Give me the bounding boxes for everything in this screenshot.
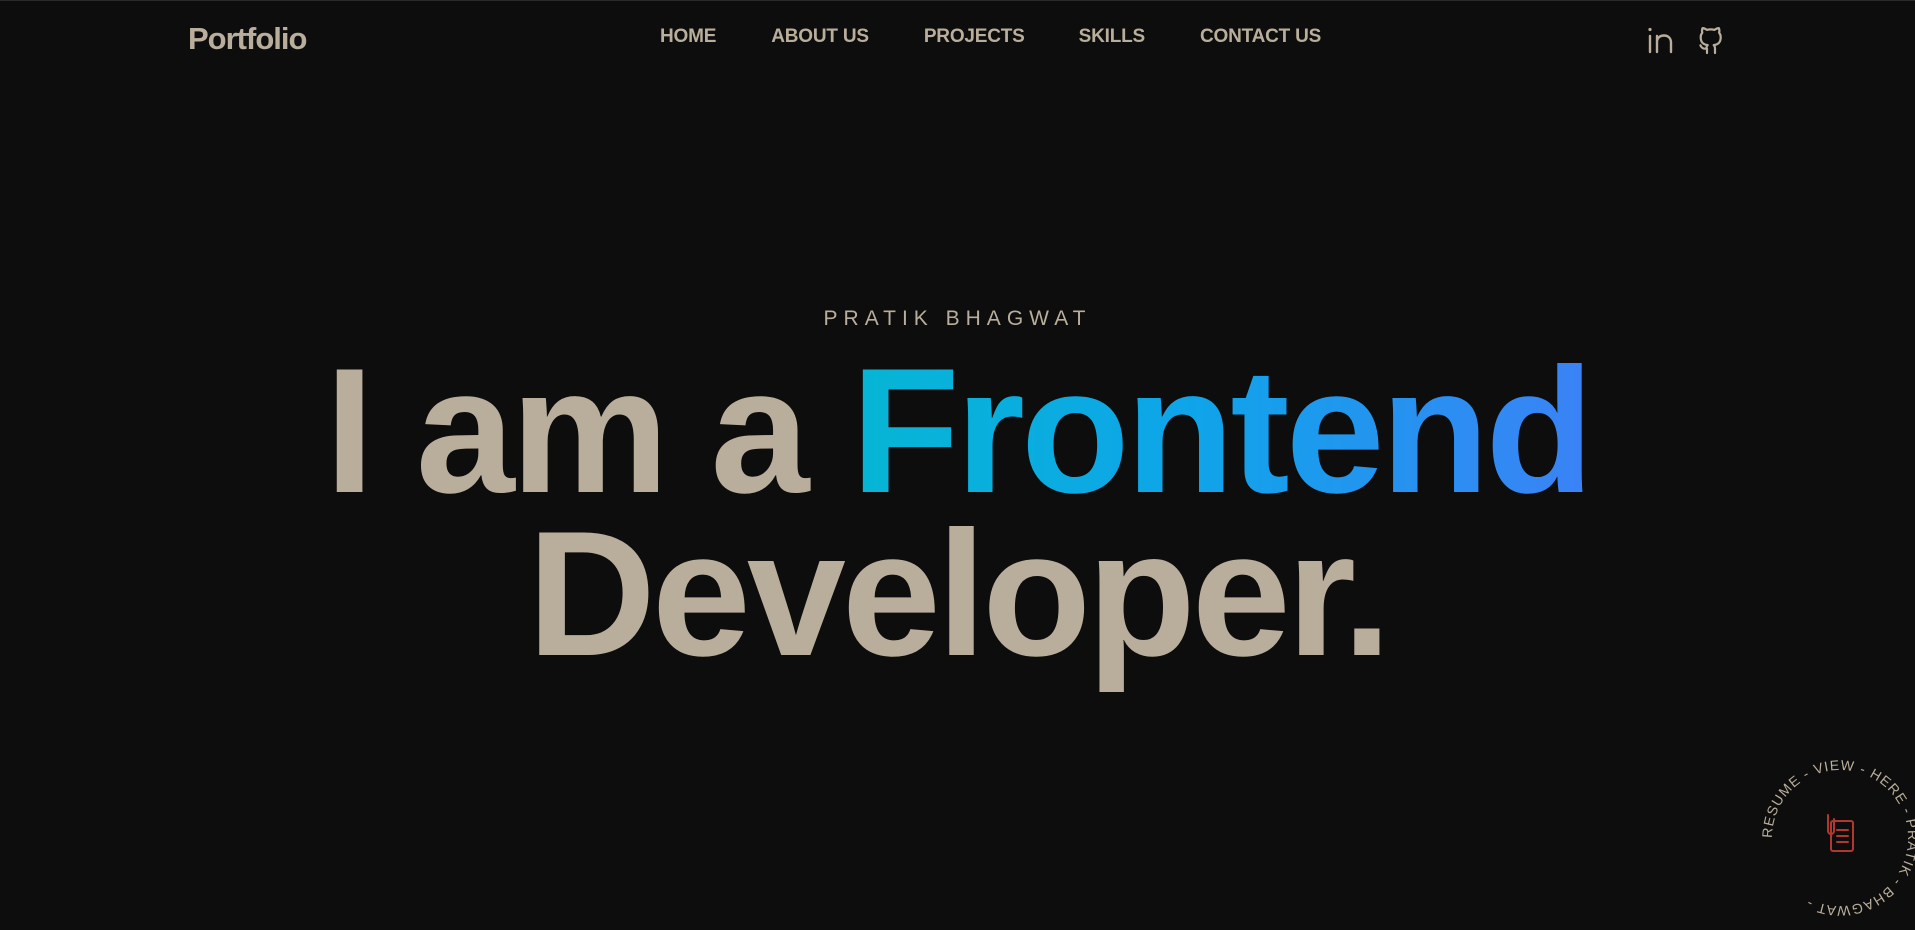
hero-name: PRATIK BHAGWAT (823, 307, 1092, 330)
page: Portfolio HOME ABOUT US PROJECTS SKILLS … (0, 0, 1915, 930)
linkedin-link[interactable] (1644, 23, 1678, 57)
document-icon (1827, 814, 1854, 852)
linkedin-icon (1648, 27, 1673, 54)
nav-home[interactable]: HOME (660, 26, 716, 48)
hero-title: I am a Frontend Developer. (0, 342, 1915, 693)
main-nav: HOME ABOUT US PROJECTS SKILLS CONTACT US (660, 26, 1321, 48)
logo[interactable]: Portfolio (188, 21, 307, 57)
nav-about-us[interactable]: ABOUT US (771, 26, 869, 48)
resume-badge[interactable]: RESUME - VIEW - HERE - PRATIK - BHAGWAT … (1755, 753, 1915, 923)
social-links (1644, 23, 1728, 57)
hero-line-1: I am a Frontend (0, 342, 1915, 520)
site-header: Portfolio HOME ABOUT US PROJECTS SKILLS … (0, 1, 1915, 81)
nav-skills[interactable]: SKILLS (1079, 26, 1146, 48)
github-icon (1699, 27, 1722, 55)
nav-contact-us[interactable]: CONTACT US (1200, 26, 1321, 48)
resume-circle: RESUME - VIEW - HERE - PRATIK - BHAGWAT … (1759, 757, 1915, 920)
resume-circle-text: RESUME - VIEW - HERE - PRATIK - BHAGWAT … (1759, 757, 1915, 920)
hero-line-2: Developer. (527, 494, 1391, 693)
nav-projects[interactable]: PROJECTS (924, 26, 1025, 48)
github-link[interactable] (1694, 23, 1728, 57)
